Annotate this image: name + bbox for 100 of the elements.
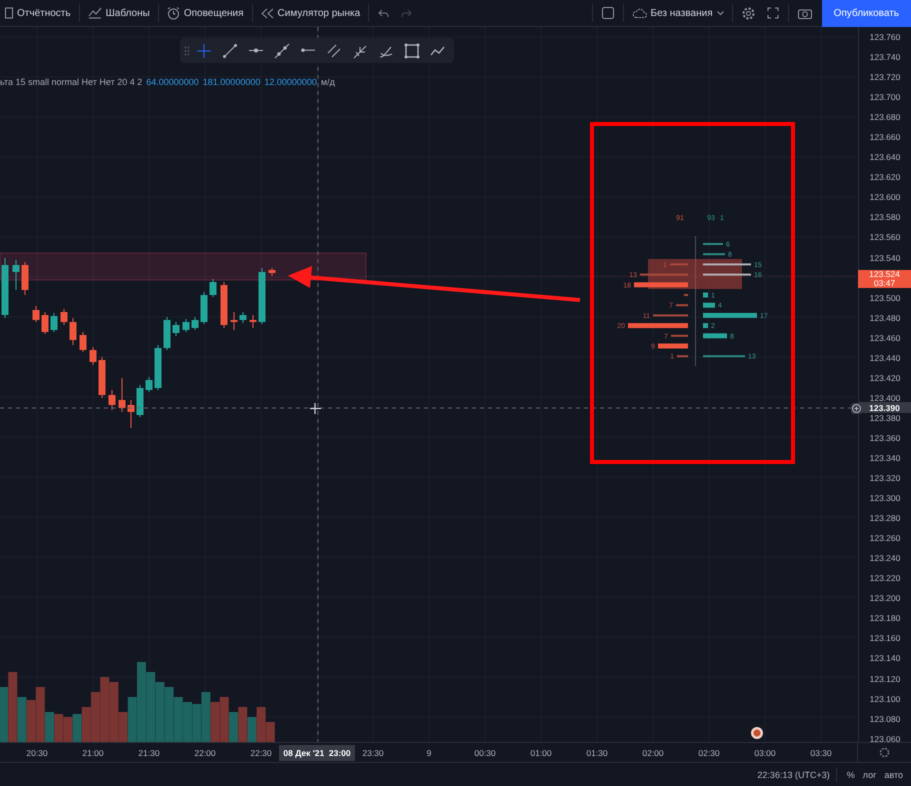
drag-handle-icon[interactable] [184, 46, 190, 56]
candle [42, 312, 48, 334]
price-label: 123.500 [870, 292, 900, 303]
toolbar-button[interactable]: Отчётность [0, 0, 76, 26]
last-price-value: 123.524 [869, 270, 900, 279]
plus-circle-icon [852, 404, 861, 413]
scale-toggle[interactable]: % [842, 770, 859, 780]
indicator-value: 64.00000000 [146, 77, 199, 87]
price-label: 123.740 [870, 52, 900, 62]
toolbar-button[interactable]: Шаблоны [82, 0, 155, 26]
chart-icon [88, 7, 102, 19]
candle [146, 376, 152, 392]
price-label: 123.660 [870, 132, 900, 142]
candle [80, 332, 86, 352]
candle [230, 312, 238, 330]
price-label: 123.420 [870, 372, 900, 383]
candle [118, 378, 126, 412]
volume-bar [164, 687, 174, 742]
price-label: 123.700 [870, 92, 900, 102]
candle [164, 316, 170, 350]
rewind-icon [260, 8, 274, 18]
time-label: 21:00 [82, 748, 104, 758]
scale-toggle[interactable]: авто [880, 770, 907, 780]
price-label: 123.160 [870, 633, 900, 644]
volume-bar [183, 702, 192, 742]
price-label: 123.200 [870, 593, 900, 604]
time-label: 02:00 [642, 748, 664, 758]
toolbar-button[interactable]: Оповещения [162, 0, 249, 26]
toolbar-button[interactable]: Симулятор рынка [256, 0, 366, 26]
publish-button[interactable]: Опубликовать [822, 0, 911, 26]
price-label: 123.080 [870, 714, 900, 724]
layout-name-button[interactable]: Без названия [626, 0, 729, 26]
redo-icon [401, 8, 412, 18]
price-label: 123.060 [870, 734, 900, 744]
volume-bar [210, 702, 220, 742]
volume-bar [26, 700, 36, 742]
indicator-value: 12.00000000 [264, 77, 317, 87]
candle [108, 390, 116, 410]
indicator-unit: м/д [320, 77, 335, 87]
volume-bar [82, 707, 91, 742]
time-label: 22:30 [250, 748, 272, 758]
scale-toggle[interactable]: лог [858, 770, 880, 780]
price-label: 123.140 [870, 653, 900, 664]
camera-icon [798, 8, 812, 18]
price-label: 123.440 [870, 352, 900, 363]
price-label: 123.620 [870, 172, 900, 182]
crosshair-time-label: 08 Дек '21 23:00 [279, 744, 355, 760]
time-label: 22:00 [194, 748, 216, 758]
price-label: 123.300 [870, 493, 900, 504]
candle [98, 356, 106, 398]
volume-bar [54, 714, 64, 742]
price-label: 123.240 [870, 553, 900, 564]
time-label: 23:30 [362, 748, 384, 758]
time-label: 03:00 [754, 748, 776, 758]
extended-line-icon [274, 42, 290, 58]
candle [32, 306, 40, 322]
volume-bar [146, 672, 156, 742]
price-label: 123.720 [870, 72, 900, 82]
crosshair-price-label: 123.390 [858, 402, 911, 413]
candle [154, 344, 162, 390]
indicator-value: 181.00000000 [202, 77, 260, 87]
price-label: 123.540 [870, 252, 900, 263]
candle [70, 318, 76, 346]
rectangle-icon [404, 42, 420, 58]
alarm-clock-icon [166, 6, 180, 20]
candle [2, 258, 8, 318]
price-label: 123.360 [870, 432, 900, 443]
price-label: 123.340 [870, 453, 900, 463]
candle [90, 346, 96, 366]
candle [172, 322, 180, 336]
candle [192, 316, 198, 330]
caret-icon [716, 10, 724, 16]
trend-line-icon [222, 42, 238, 58]
settings-icon[interactable] [879, 747, 890, 758]
time-label: 00:30 [474, 748, 496, 758]
candle [128, 400, 134, 428]
price-label: 123.260 [870, 533, 900, 544]
price-label: 123.460 [870, 332, 900, 343]
price-label: 123.400 [870, 392, 900, 403]
fullscreen-icon [766, 7, 779, 19]
price-label: 123.180 [870, 613, 900, 624]
bar-countdown: 03:47 [874, 279, 896, 288]
price-label: 123.640 [870, 152, 900, 162]
volume-bar [100, 677, 110, 742]
square-icon [602, 7, 614, 19]
price-label: 123.760 [870, 32, 900, 42]
horizontal-line-icon [300, 48, 316, 53]
candle [250, 314, 256, 328]
price-label: 123.680 [870, 112, 900, 122]
settings-icon [742, 6, 755, 20]
candle [220, 282, 228, 328]
indicator-legend: ьта 15 small normal Нет Нет 20 4 2 [0, 77, 142, 87]
add-alert-button[interactable] [851, 403, 862, 414]
volume-bar [91, 692, 100, 742]
price-label: 123.320 [870, 473, 900, 484]
candle [22, 262, 28, 296]
time-label: 03:30 [810, 748, 832, 758]
price-label: 123.280 [870, 513, 900, 524]
crosshair-icon [196, 42, 212, 58]
clock-time[interactable]: 22:36:13 (UTC+3) [757, 770, 830, 780]
